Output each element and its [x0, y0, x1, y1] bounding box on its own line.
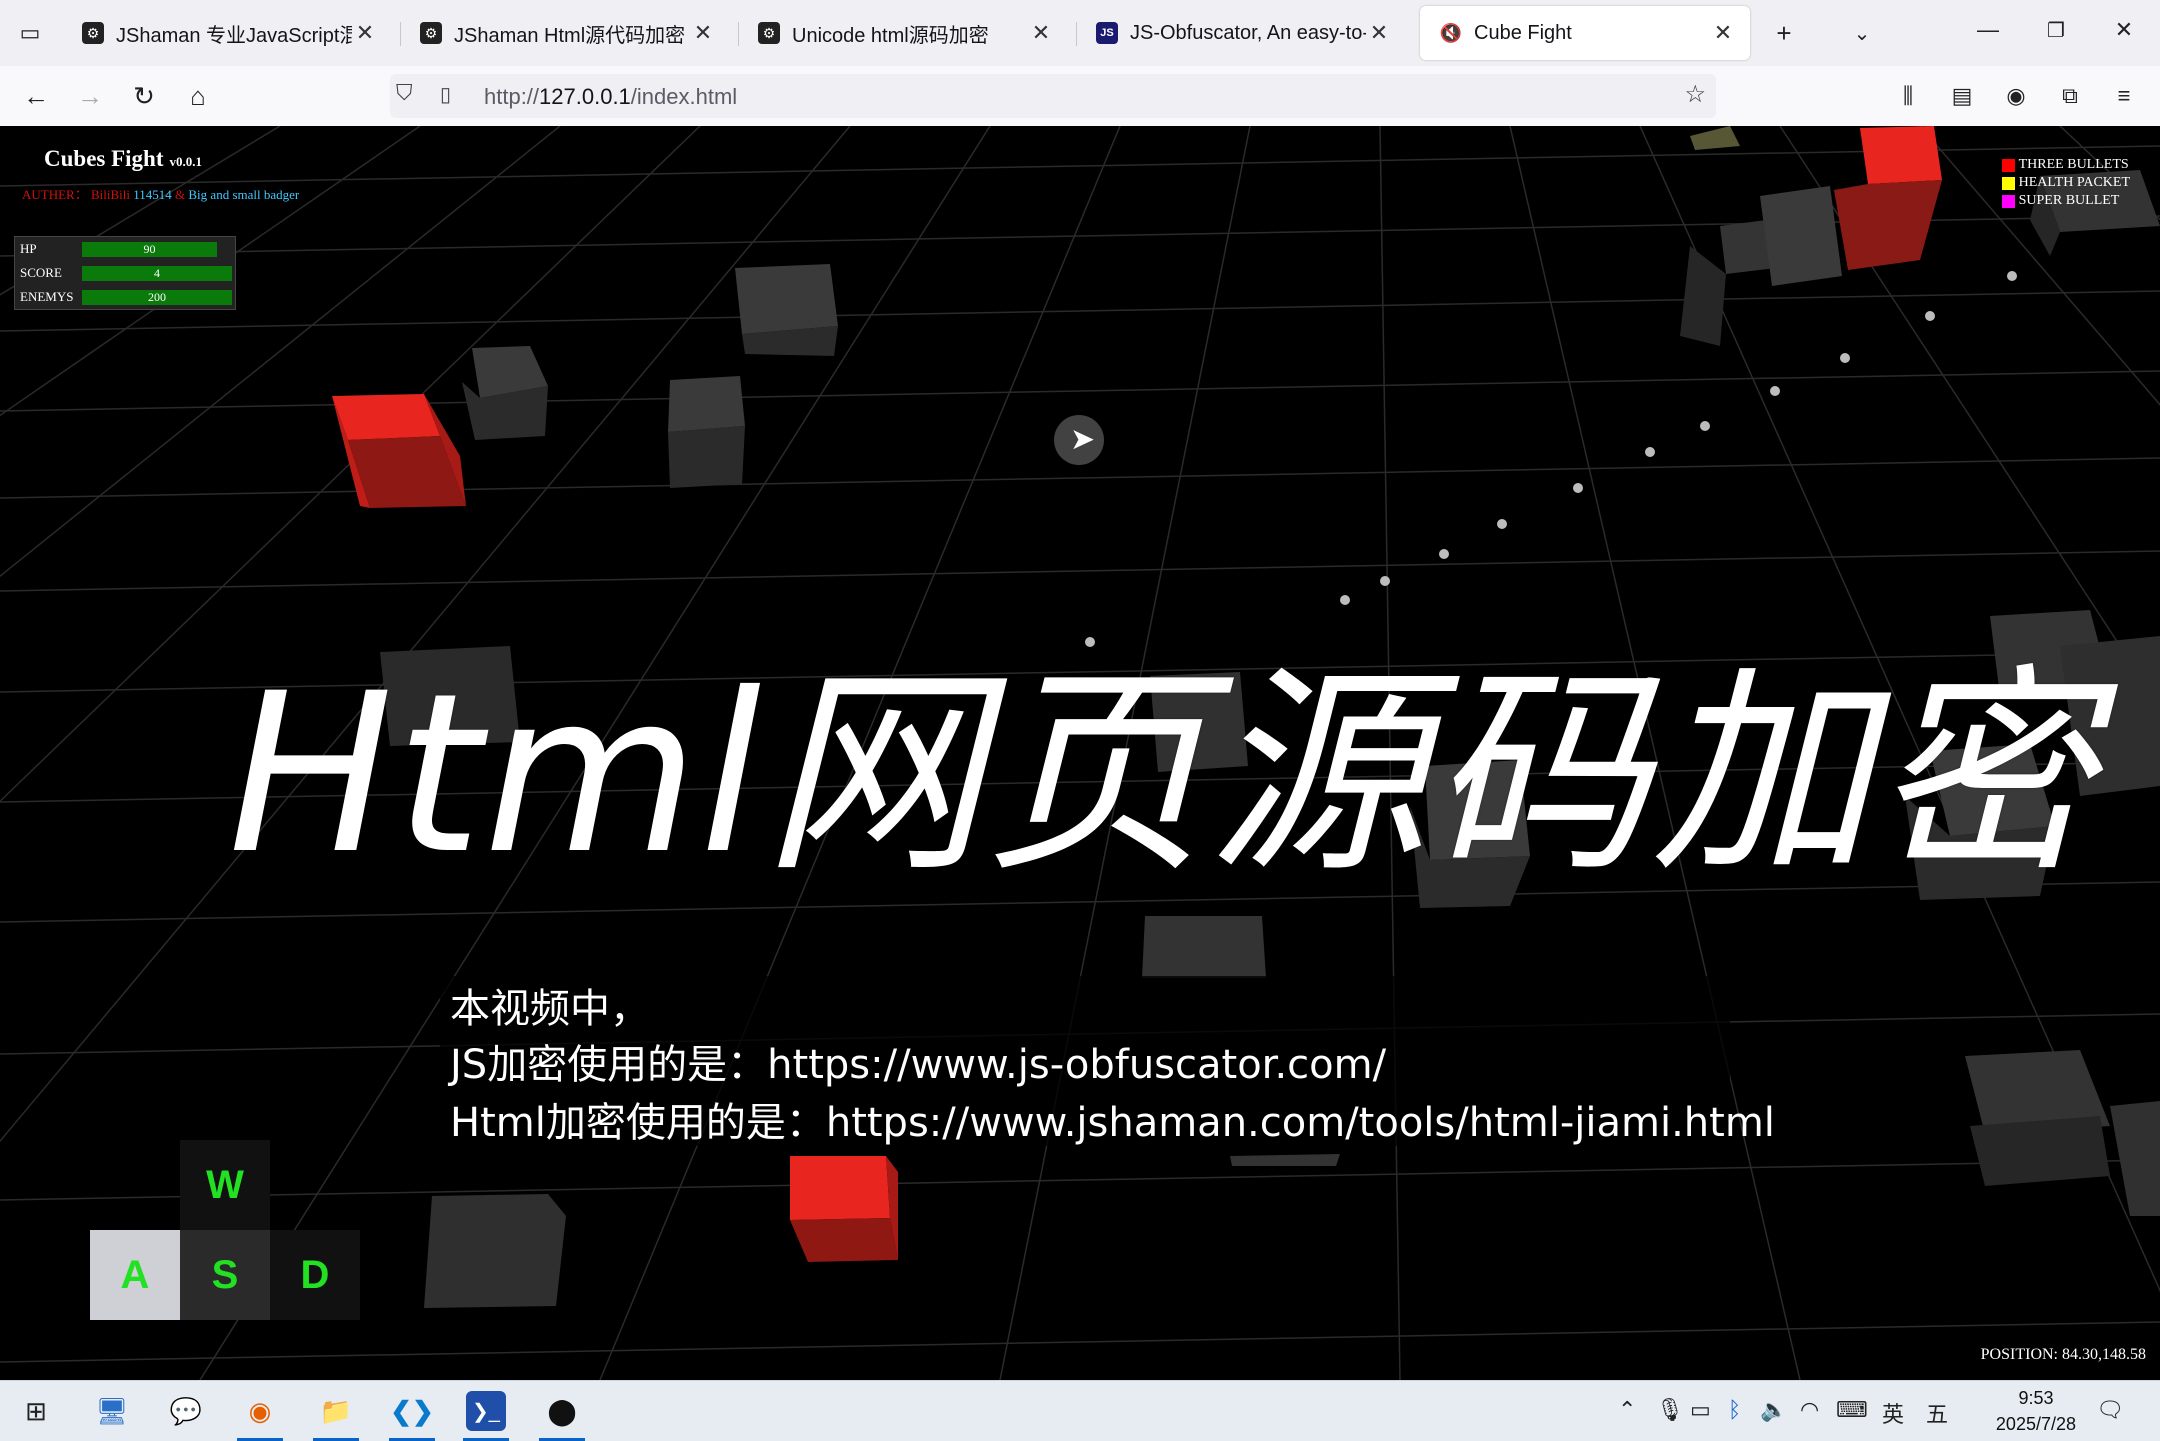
- author-line: AUTHER： BiliBili 114514 & Big and small …: [22, 187, 300, 202]
- url-text[interactable]: http://127.0.0.1/index.html: [484, 84, 737, 110]
- battery-icon[interactable]: ▭: [1690, 1397, 1711, 1423]
- tab-jshaman-html[interactable]: ⚙ JShaman Html源代码加密 - Ht ✕: [400, 6, 730, 60]
- bluetooth-icon[interactable]: ᛒ: [1728, 1397, 1741, 1423]
- clock-time: 9:53: [2018, 1388, 2054, 1408]
- wifi-icon[interactable]: ◠: [1800, 1397, 1819, 1423]
- powershell-icon[interactable]: ❯_: [466, 1391, 506, 1431]
- volume-icon[interactable]: 🔈: [1760, 1397, 1787, 1423]
- jshaman-icon: ⚙: [420, 22, 442, 44]
- stats-panel: HP 90 SCORE 4 ENEMYS 200: [14, 236, 236, 310]
- forward-icon[interactable]: →: [72, 78, 108, 114]
- close-tab-icon[interactable]: ✕: [1710, 20, 1736, 46]
- obs-recorder-icon[interactable]: ⬤: [542, 1391, 582, 1431]
- ime-mode[interactable]: 五: [1926, 1397, 1948, 1429]
- keyboard-icon[interactable]: ⌨: [1836, 1397, 1868, 1423]
- stat-enemys: ENEMYS 200: [15, 285, 235, 309]
- legend-health-packet: HEALTH PACKET: [2001, 174, 2130, 192]
- system-clock[interactable]: 9:53 2025/7/28: [1996, 1385, 2076, 1437]
- back-icon[interactable]: ←: [18, 78, 54, 114]
- minimize-icon[interactable]: —: [1970, 12, 2006, 48]
- enemys-bar: 200: [82, 289, 232, 305]
- restore-icon[interactable]: ❐: [2038, 12, 2074, 48]
- tab-jshaman-js[interactable]: ⚙ JShaman 专业JavaScript混淆加 ✕: [62, 6, 392, 60]
- video-title-overlay: Html网页源码加密: [228, 646, 2096, 902]
- computer-icon[interactable]: 🖥: [92, 1391, 132, 1431]
- js-icon: JS: [1096, 22, 1118, 44]
- home-icon[interactable]: ⌂: [180, 78, 216, 114]
- caption-line: Html加密使用的是：https://www.jshaman.com/tools…: [450, 1100, 1775, 1146]
- key-s[interactable]: S: [180, 1230, 270, 1320]
- tab-cube-fight[interactable]: 🔇 Cube Fight ✕: [1420, 6, 1750, 60]
- windows-taskbar: ⊞ 🖥 💬 ◉ 📁 ❮❯ ❯_ ⬤ ⌃ 🎙 ▭ ᛒ 🔈 ◠ ⌨ 英 五 9:53…: [0, 1380, 2160, 1441]
- cursor-arrow-icon: ➤: [1070, 423, 1096, 456]
- legend-super-bullet: SUPER BULLET: [2001, 192, 2130, 210]
- close-window-icon[interactable]: ✕: [2106, 12, 2142, 48]
- hp-bar: 90: [82, 241, 217, 257]
- position-readout: POSITION: 84.30,148.58: [1980, 1346, 2146, 1363]
- tab-title: JShaman 专业JavaScript混淆加: [116, 24, 352, 47]
- library-icon[interactable]: ⫼: [1890, 78, 1926, 114]
- tab-title: JS-Obfuscator, An easy-to-us: [1130, 21, 1366, 44]
- clock-date: 2025/7/28: [1995, 1414, 2076, 1434]
- new-tab-icon[interactable]: +: [1766, 15, 1802, 51]
- caption-line: JS加密使用的是：https://www.js-obfuscator.com/: [450, 1042, 1387, 1088]
- sidebar-icon[interactable]: ▤: [1944, 78, 1980, 114]
- tab-title: JShaman Html源代码加密 - Ht: [454, 24, 690, 47]
- tab-list-icon[interactable]: ▭: [12, 15, 48, 51]
- stat-hp: HP 90: [15, 237, 235, 261]
- microphone-icon[interactable]: 🎙: [1656, 1397, 1684, 1423]
- account-icon[interactable]: ◉: [1998, 78, 2034, 114]
- navigation-bar: ← → ↻ ⌂ ⛉ ▯ http://127.0.0.1/index.html …: [0, 66, 2160, 127]
- jshaman-icon: ⚙: [82, 22, 104, 44]
- vscode-icon[interactable]: ❮❯: [390, 1391, 434, 1431]
- file-explorer-icon[interactable]: 📁: [316, 1391, 356, 1431]
- key-d[interactable]: D: [270, 1230, 360, 1320]
- ime-language[interactable]: 英: [1882, 1397, 1904, 1429]
- close-tab-icon[interactable]: ✕: [1366, 20, 1392, 46]
- game-version: v0.0.1: [169, 154, 203, 169]
- menu-icon[interactable]: ≡: [2106, 78, 2142, 114]
- chevron-up-icon[interactable]: ⌃: [1618, 1397, 1636, 1423]
- wechat-icon[interactable]: 💬: [166, 1391, 206, 1431]
- jshaman-icon: ⚙: [758, 22, 780, 44]
- score-bar: 4: [82, 265, 232, 281]
- chevron-down-icon[interactable]: ⌄: [1844, 15, 1880, 51]
- page-icon[interactable]: ▯: [440, 82, 451, 107]
- close-tab-icon[interactable]: ✕: [1028, 20, 1054, 46]
- key-w[interactable]: W: [180, 1140, 270, 1230]
- address-bar[interactable]: ⛉ ▯ http://127.0.0.1/index.html ☆: [390, 74, 1716, 118]
- game-canvas[interactable]: ➤ Cubes Fight v0.0.1 AUTHER： BiliBili 114…: [0, 126, 2160, 1380]
- windows-start-icon[interactable]: ⊞: [16, 1391, 56, 1431]
- tab-title: Cube Fight: [1474, 21, 1572, 44]
- close-tab-icon[interactable]: ✕: [352, 20, 378, 46]
- tab-bar: ▭ ⚙ JShaman 专业JavaScript混淆加 ✕ ⚙ JShaman …: [0, 0, 2160, 67]
- close-tab-icon[interactable]: ✕: [690, 20, 716, 46]
- video-caption: 本视频中， JS加密使用的是：https://www.js-obfuscator…: [440, 976, 1775, 1146]
- tab-js-obfuscator[interactable]: JS JS-Obfuscator, An easy-to-us ✕: [1076, 6, 1406, 60]
- bookmark-star-icon[interactable]: ☆: [1684, 80, 1706, 109]
- reload-icon[interactable]: ↻: [126, 78, 162, 114]
- game-title: Cubes Fight v0.0.1: [44, 146, 203, 171]
- muted-speaker-icon[interactable]: 🔇: [1440, 22, 1462, 44]
- tab-title: Unicode html源码加密: [792, 24, 989, 47]
- caption-line: 本视频中，: [450, 986, 650, 1032]
- extensions-icon[interactable]: ⧉: [2052, 78, 2088, 114]
- notification-icon[interactable]: 🗨: [2096, 1397, 2124, 1423]
- tab-unicode-html[interactable]: ⚙ Unicode html源码加密 ✕: [738, 6, 1068, 60]
- stat-score: SCORE 4: [15, 261, 235, 285]
- key-a[interactable]: A: [90, 1230, 180, 1320]
- shield-icon[interactable]: ⛉: [396, 80, 413, 106]
- legend-three-bullets: THREE BULLETS: [2001, 156, 2130, 174]
- firefox-icon[interactable]: ◉: [240, 1391, 280, 1431]
- powerup-legend: THREE BULLETS HEALTH PACKET SUPER BULLET: [2001, 156, 2130, 210]
